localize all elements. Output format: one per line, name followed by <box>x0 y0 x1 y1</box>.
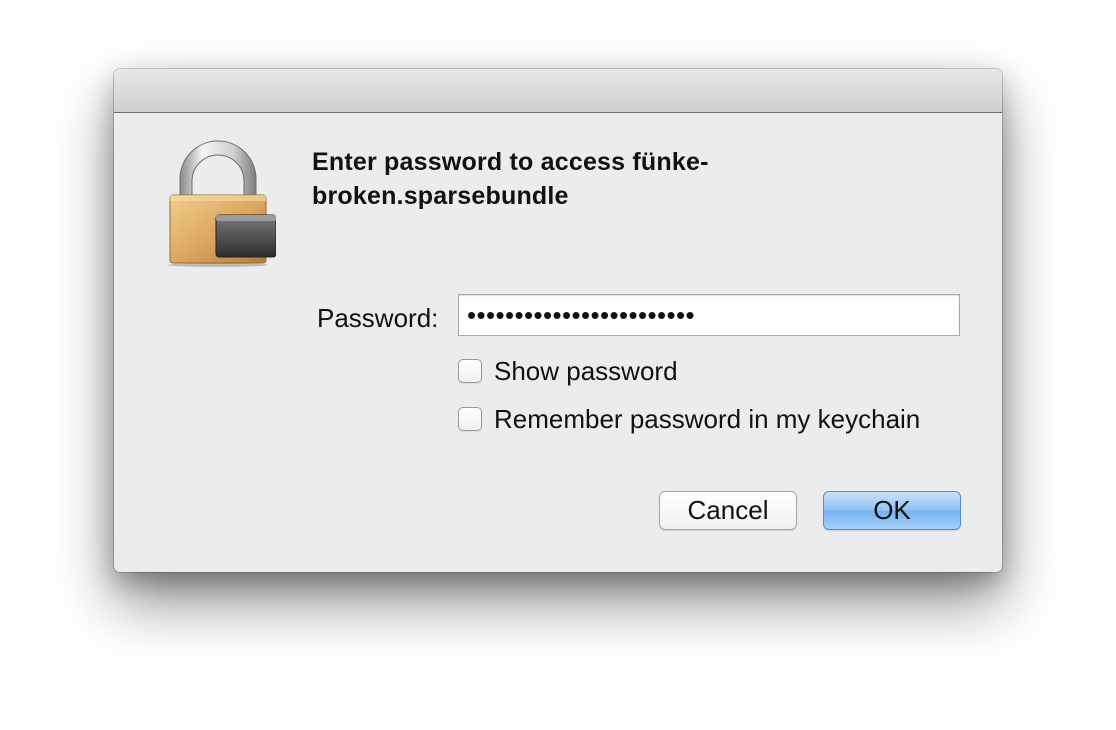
lock-icon <box>164 139 277 267</box>
remember-password-label[interactable]: Remember password in my keychain <box>494 404 920 435</box>
remember-password-checkbox[interactable] <box>458 407 482 431</box>
cancel-button[interactable]: Cancel <box>659 491 797 530</box>
show-password-row[interactable]: Show password <box>458 356 678 386</box>
dialog-titlebar[interactable] <box>114 69 1002 113</box>
password-label: Password: <box>317 303 439 333</box>
show-password-label[interactable]: Show password <box>494 356 678 387</box>
password-field[interactable]: •••••••••••••••••••••••• <box>458 294 960 336</box>
show-password-checkbox[interactable] <box>458 359 482 383</box>
password-dialog: Enter password to access fünke-broken.sp… <box>114 69 1002 572</box>
ok-button[interactable]: OK <box>823 491 961 530</box>
remember-password-row[interactable]: Remember password in my keychain <box>458 404 920 434</box>
dialog-message: Enter password to access fünke-broken.sp… <box>312 148 709 210</box>
